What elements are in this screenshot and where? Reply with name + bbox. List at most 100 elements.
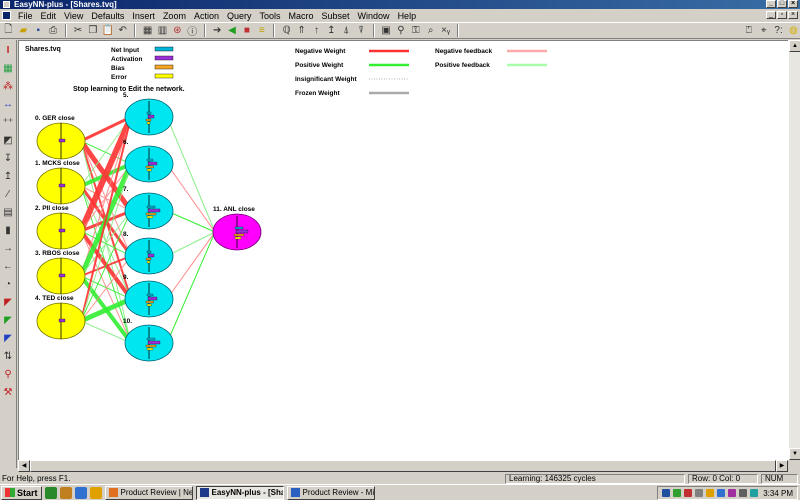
comment-icon[interactable]: ◍ xyxy=(787,24,800,38)
insert-icon[interactable]: I xyxy=(1,42,15,58)
arrow-left-icon[interactable]: ← xyxy=(1,258,15,274)
network-diagram[interactable]: 0. GER close 1. MCKS close 2. PII close 3. … xyxy=(19,41,789,461)
cut-icon[interactable]: ✂ xyxy=(72,24,85,38)
close-button[interactable]: × xyxy=(788,0,798,8)
whats-this-icon[interactable]: ?: xyxy=(772,24,785,38)
down-icon[interactable]: ↧ xyxy=(1,150,15,166)
tray-icon-8[interactable] xyxy=(739,489,748,497)
tray-icon-6[interactable] xyxy=(717,489,726,497)
query-icon[interactable]: ≡ xyxy=(255,24,268,38)
menu-insert[interactable]: Insert xyxy=(128,11,159,21)
vertical-scrollbar[interactable]: ▲ ▼ xyxy=(788,40,800,460)
menu-window[interactable]: Window xyxy=(354,11,394,21)
task-button-1[interactable]: Product Review | Neural ... xyxy=(104,485,193,500)
hidden-node-label: 10. xyxy=(123,318,132,325)
network-canvas[interactable]: 0. GER close 1. MCKS close 2. PII close 3. … xyxy=(18,40,788,460)
connect-icon[interactable]: ⁂ xyxy=(1,78,15,94)
open-icon[interactable]: ▰ xyxy=(17,24,30,38)
info-icon[interactable]: ⓘ xyxy=(186,24,199,38)
bar-icon[interactable]: ▮ xyxy=(1,222,15,238)
start-button[interactable]: Start xyxy=(1,485,42,500)
new-icon[interactable]: 🗋 xyxy=(2,24,15,38)
menu-view[interactable]: View xyxy=(60,11,87,21)
grid-icon[interactable]: ▦ xyxy=(1,60,15,76)
find-icon[interactable]: ⌕ xyxy=(424,24,437,38)
tray-icon-9[interactable] xyxy=(750,489,759,497)
triangle-green-icon[interactable]: ◤ xyxy=(1,312,15,328)
filter-icon[interactable]: ⍋ xyxy=(340,24,353,38)
copy-icon[interactable]: ❐ xyxy=(86,24,99,38)
tray-icon-4[interactable] xyxy=(695,489,704,497)
undo-icon[interactable]: ↶ xyxy=(116,24,129,38)
arrows-icon[interactable]: ↔ xyxy=(1,96,15,112)
updown-icon[interactable]: ⇅ xyxy=(1,348,15,364)
tray-icon-3[interactable] xyxy=(684,489,693,497)
magnify-icon[interactable]: ⚲ xyxy=(1,366,15,382)
menu-macro[interactable]: Macro xyxy=(285,11,318,21)
document-icon[interactable] xyxy=(2,11,11,20)
tray-icon-5[interactable] xyxy=(706,489,715,497)
triangle-red-icon[interactable]: ◤ xyxy=(1,294,15,310)
menu-defaults[interactable]: Defaults xyxy=(87,11,128,21)
menu-query[interactable]: Query xyxy=(223,11,256,21)
stop-icon[interactable]: ■ xyxy=(240,24,253,38)
tools-icon[interactable]: ⍒ xyxy=(355,24,368,38)
menu-help[interactable]: Help xyxy=(394,11,421,21)
key-icon[interactable]: ⚿ xyxy=(409,24,422,38)
up-alt-icon[interactable]: ↑ xyxy=(310,24,323,38)
scroll-thumb[interactable] xyxy=(30,460,776,472)
horizontal-scrollbar[interactable]: ◀ ▶ xyxy=(18,460,788,472)
menu-tools[interactable]: Tools xyxy=(255,11,284,21)
paste-icon[interactable]: 📋 xyxy=(101,24,114,38)
up-step-icon[interactable]: ↥ xyxy=(325,24,338,38)
plus-icon[interactable]: ⁺⁺ xyxy=(1,114,15,130)
maximize-button[interactable]: □ xyxy=(777,0,787,8)
forward-icon[interactable]: ➔ xyxy=(211,24,224,38)
chart-icon[interactable]: ▤ xyxy=(1,204,15,220)
arrow-right-icon[interactable]: → xyxy=(1,240,15,256)
columns-icon[interactable]: ▥ xyxy=(156,24,169,38)
scroll-up-button[interactable]: ▲ xyxy=(789,40,800,52)
menu-action[interactable]: Action xyxy=(190,11,223,21)
network-icon[interactable]: ⊛ xyxy=(171,24,184,38)
xy-icon[interactable]: ×ᵧ xyxy=(439,24,452,38)
pie-icon[interactable]: ◔ xyxy=(1,276,15,292)
scroll-right-button[interactable]: ▶ xyxy=(776,460,788,472)
tray-icon-7[interactable] xyxy=(728,489,737,497)
scroll-left-button[interactable]: ◀ xyxy=(18,460,30,472)
minimize-button[interactable]: _ xyxy=(766,0,776,8)
mdi-close-button[interactable]: × xyxy=(788,11,798,19)
scroll-down-button[interactable]: ▼ xyxy=(789,448,800,460)
tray-icon-2[interactable] xyxy=(673,489,682,497)
quicklaunch-icon-2[interactable] xyxy=(59,486,72,499)
menu-zoom[interactable]: Zoom xyxy=(159,11,190,21)
wrench-icon[interactable]: ⚲ xyxy=(394,24,407,38)
graph-icon[interactable]: ◩ xyxy=(1,132,15,148)
help-icon[interactable]: ⍞ xyxy=(742,24,755,38)
quicklaunch-icon-1[interactable] xyxy=(44,486,57,499)
up-icon[interactable]: ⇑ xyxy=(295,24,308,38)
tray-icon-1[interactable] xyxy=(662,489,671,497)
app-icon[interactable] xyxy=(3,1,10,8)
print-icon[interactable]: ⎙ xyxy=(47,24,60,38)
quicklaunch-icon-3[interactable] xyxy=(74,486,87,499)
activation-bar xyxy=(147,340,161,345)
menu-file[interactable]: File xyxy=(14,11,37,21)
triangle-blue-icon[interactable]: ◤ xyxy=(1,330,15,346)
sensitivity-icon[interactable]: ℚ xyxy=(280,24,293,38)
line-icon[interactable]: ⁄ xyxy=(1,186,15,202)
grid-icon[interactable]: ▦ xyxy=(141,24,154,38)
mdi-minimize-button[interactable]: _ xyxy=(766,11,776,19)
quicklaunch-icon-4[interactable] xyxy=(89,486,102,499)
task-button-2[interactable]: EasyNN-plus - [Shares... xyxy=(195,485,284,500)
menu-edit[interactable]: Edit xyxy=(37,11,61,21)
menu-subset[interactable]: Subset xyxy=(318,11,354,21)
task-button-3[interactable]: Product Review - Micros... xyxy=(286,485,375,500)
start-learning-icon[interactable]: ◀ xyxy=(226,24,239,38)
tool-icon[interactable]: ⚒ xyxy=(1,384,15,400)
save-icon[interactable]: ▪ xyxy=(32,24,45,38)
mdi-restore-button[interactable]: ▫ xyxy=(777,11,787,19)
up-icon[interactable]: ↥ xyxy=(1,168,15,184)
disk-icon[interactable]: ▣ xyxy=(380,24,393,38)
pointer-icon[interactable]: ⌖ xyxy=(757,24,770,38)
